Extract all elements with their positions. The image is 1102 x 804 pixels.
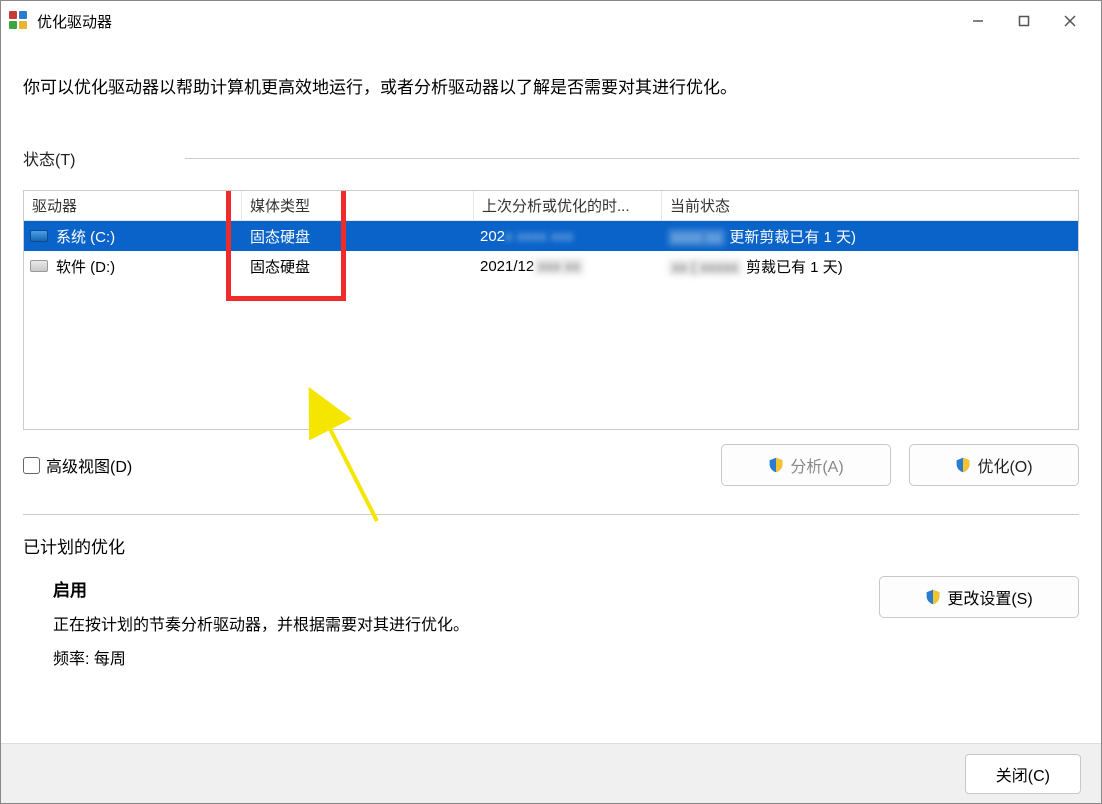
drive-icon [30,260,48,272]
change-settings-button[interactable]: 更改设置(S) [879,576,1079,618]
annotation-highlight-box [226,190,346,301]
drive-list[interactable]: 驱动器 媒体类型 上次分析或优化的时... 当前状态 系统 (C:) 固态硬盘 … [23,190,1079,430]
column-header-last[interactable]: 上次分析或优化的时... [474,191,662,220]
cell-last: 202x xxxx xxx [480,228,668,245]
divider [23,514,1079,515]
scheduled-frequency: 频率: 每周 [53,645,859,669]
checkbox-icon [23,457,40,474]
divider [185,158,1079,159]
optimize-button[interactable]: 优化(O) [909,444,1079,486]
cell-status: xx ( xxxxx 剪裁已有 1 天) [668,256,1078,277]
table-row[interactable]: 软件 (D:) 固态硬盘 2021/12xxx xx xx ( xxxxx 剪裁… [24,251,1078,281]
title-bar: 优化驱动器 [1,1,1101,41]
scheduled-enable-heading: 启用 [53,576,859,601]
advanced-view-label: 高级视图(D) [46,453,132,477]
table-row[interactable]: 系统 (C:) 固态硬盘 202x xxxx xxx xxxx xx 更新剪裁已… [24,221,1078,251]
column-header-status[interactable]: 当前状态 [662,191,1078,220]
advanced-view-checkbox[interactable]: 高级视图(D) [23,453,132,477]
scheduled-section-label: 已计划的优化 [23,533,1079,558]
shield-icon [768,457,784,473]
cell-drive: 系统 (C:) [56,226,115,247]
cell-drive: 软件 (D:) [56,256,115,277]
dialog-footer: 关闭(C) [1,743,1101,803]
description-text: 你可以优化驱动器以帮助计算机更高效地运行，或者分析驱动器以了解是否需要对其进行优… [23,73,1079,98]
cell-last: 2021/12xxx xx [480,258,668,275]
maximize-button[interactable] [1001,1,1047,41]
close-button[interactable] [1047,1,1093,41]
window-title: 优化驱动器 [37,11,112,32]
drive-icon [30,230,48,242]
scheduled-running-text: 正在按计划的节奏分析驱动器，并根据需要对其进行优化。 [53,611,859,635]
app-icon [9,11,29,31]
column-header-drive[interactable]: 驱动器 [24,191,242,220]
shield-icon [955,457,971,473]
close-dialog-button[interactable]: 关闭(C) [965,754,1081,794]
table-header: 驱动器 媒体类型 上次分析或优化的时... 当前状态 [24,191,1078,221]
shield-icon [925,589,941,605]
status-section-label: 状态(T) [23,146,75,170]
analyze-button[interactable]: 分析(A) [721,444,891,486]
minimize-button[interactable] [955,1,1001,41]
cell-status: xxxx xx 更新剪裁已有 1 天) [668,226,1078,247]
